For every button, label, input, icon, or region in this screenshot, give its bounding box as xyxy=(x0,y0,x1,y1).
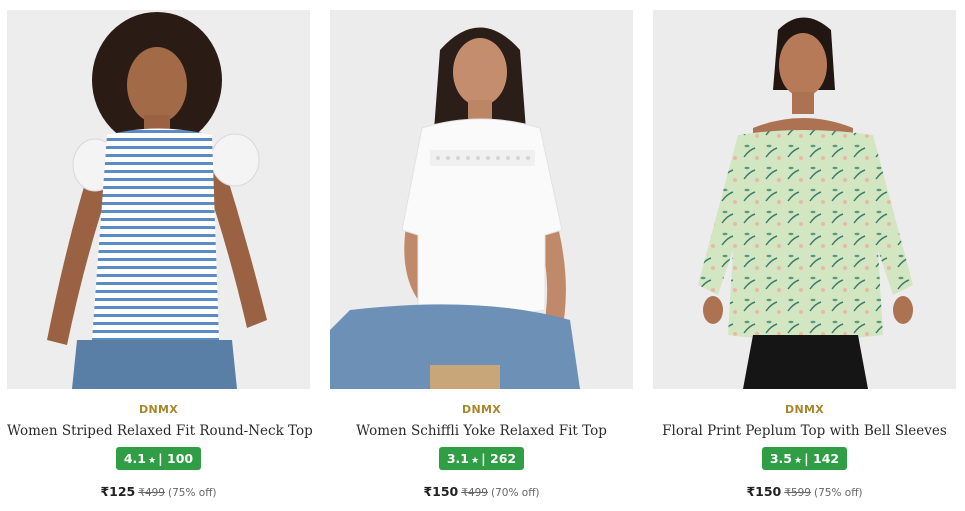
brand-name: DNMX xyxy=(462,403,501,416)
rating-count: 100 xyxy=(167,451,194,466)
sale-price: ₹150 xyxy=(423,484,459,499)
star-icon: ★ xyxy=(794,456,803,466)
product-card[interactable]: DNMX Floral Print Peplum Top with Bell S… xyxy=(653,10,956,505)
rating-badge: 4.1 ★ | 100 xyxy=(115,447,202,470)
rating-value: 3.1 xyxy=(446,451,470,466)
brand-name: DNMX xyxy=(139,403,178,416)
discount-label: (70% off) xyxy=(491,487,540,499)
rating-value: 3.5 xyxy=(769,451,793,466)
product-image[interactable] xyxy=(653,10,956,389)
rating-separator: | xyxy=(481,451,486,466)
star-icon: ★ xyxy=(471,456,480,466)
rating-count: 262 xyxy=(490,451,517,466)
product-card[interactable]: DNMX Women Striped Relaxed Fit Round-Nec… xyxy=(7,10,313,505)
product-grid: DNMX Women Striped Relaxed Fit Round-Nec… xyxy=(0,0,965,511)
rating-value: 4.1 xyxy=(123,451,147,466)
product-photo xyxy=(7,10,310,389)
sale-price: ₹125 xyxy=(100,484,136,499)
product-photo xyxy=(330,10,633,389)
rating-separator: | xyxy=(158,451,163,466)
price-row: ₹150 ₹499 (70% off) xyxy=(330,481,633,500)
product-image[interactable] xyxy=(7,10,310,389)
rating-badge: 3.1 ★ | 262 xyxy=(438,447,525,470)
product-title[interactable]: Women Schiffli Yoke Relaxed Fit Top xyxy=(330,423,633,439)
product-image[interactable] xyxy=(330,10,633,389)
original-price: ₹499 xyxy=(461,487,488,499)
original-price: ₹599 xyxy=(784,487,811,499)
rating-badge: 3.5 ★ | 142 xyxy=(761,447,848,470)
rating-count: 142 xyxy=(813,451,840,466)
product-photo xyxy=(653,10,956,389)
brand-name: DNMX xyxy=(785,403,824,416)
product-card[interactable]: DNMX Women Schiffli Yoke Relaxed Fit Top… xyxy=(330,10,633,505)
discount-label: (75% off) xyxy=(168,487,217,499)
original-price: ₹499 xyxy=(138,487,165,499)
price-row: ₹125 ₹499 (75% off) xyxy=(7,481,310,500)
sale-price: ₹150 xyxy=(746,484,782,499)
star-icon: ★ xyxy=(148,456,157,466)
product-title[interactable]: Floral Print Peplum Top with Bell Sleeve… xyxy=(653,423,956,439)
rating-separator: | xyxy=(804,451,809,466)
discount-label: (75% off) xyxy=(814,487,863,499)
price-row: ₹150 ₹599 (75% off) xyxy=(653,481,956,500)
product-title[interactable]: Women Striped Relaxed Fit Round-Neck Top xyxy=(7,423,313,439)
